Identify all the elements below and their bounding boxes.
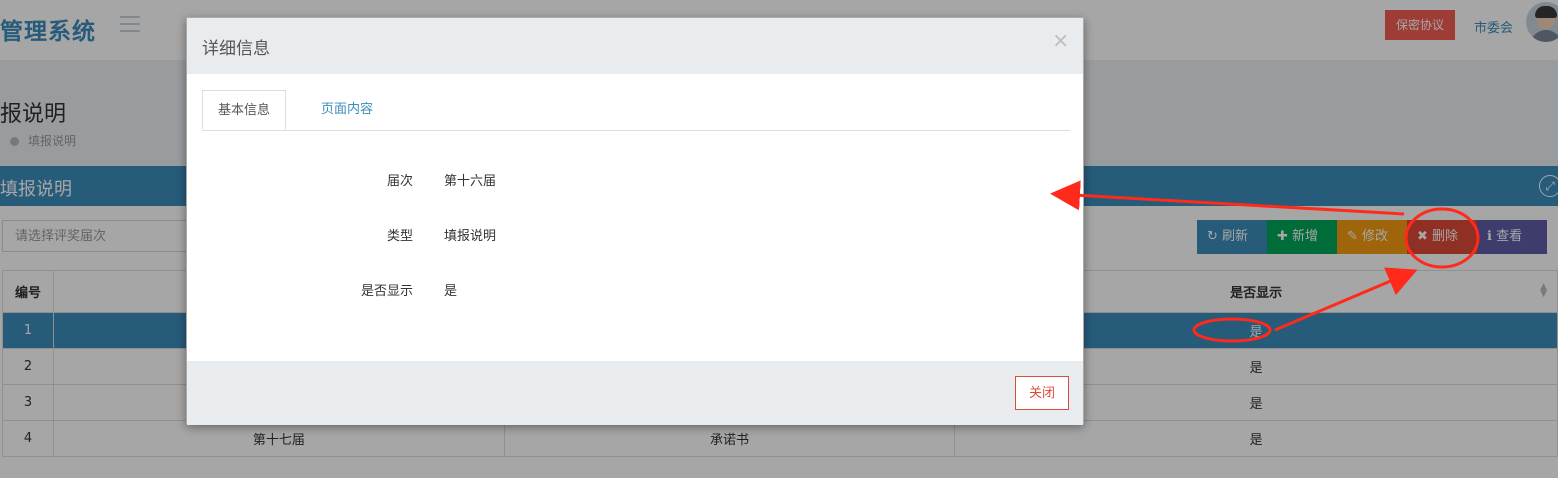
- annotation-arrow-to-delete: [1274, 267, 1418, 332]
- annotation-circle-cell: [1192, 317, 1272, 343]
- annotation-arrow-to-modal: [1050, 180, 1405, 216]
- annotation-circle-delete: [1404, 207, 1480, 269]
- annotation-overlay: [1050, 180, 1480, 343]
